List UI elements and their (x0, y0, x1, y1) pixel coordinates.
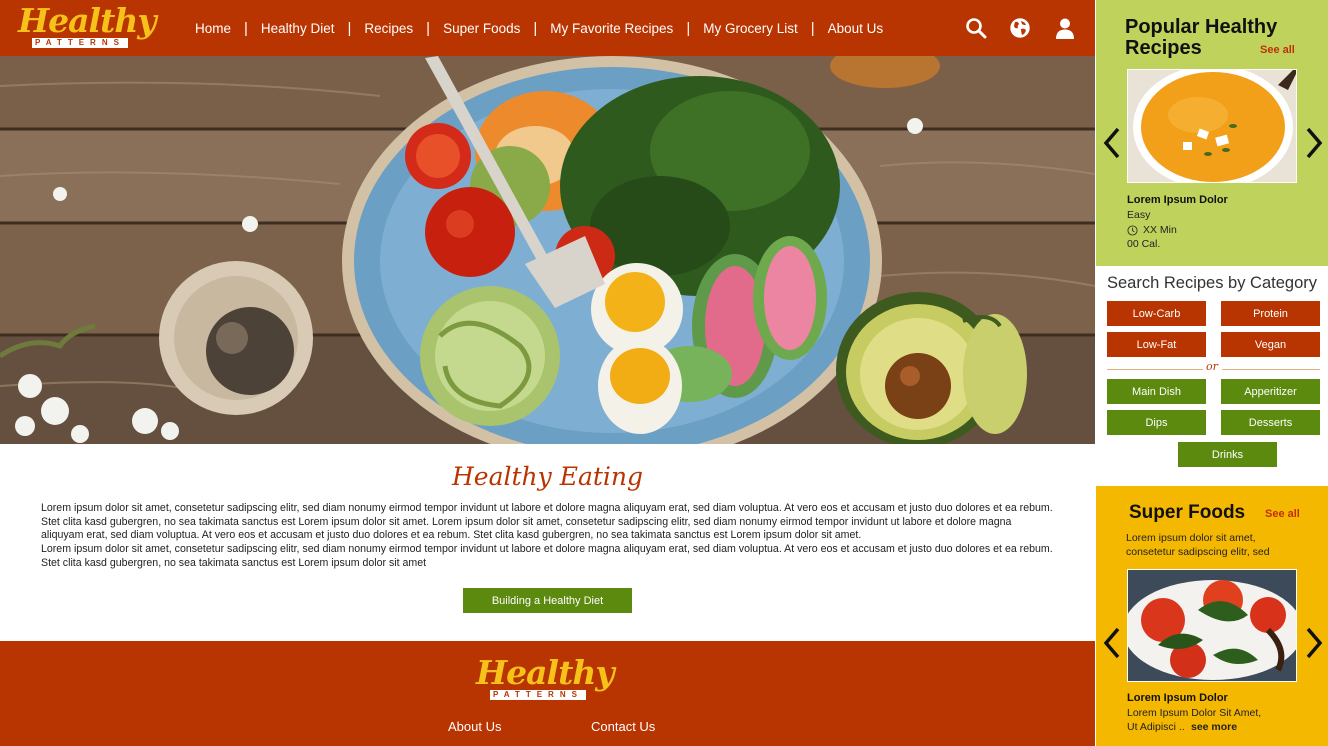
nav-super-foods[interactable]: Super Foods (443, 21, 520, 36)
building-healthy-diet-button[interactable]: Building a Healthy Diet (463, 588, 632, 613)
nav-separator: | (810, 19, 815, 37)
popular-title-line: Recipes (1125, 37, 1202, 59)
logo-tagline: PATTERNS (32, 38, 128, 48)
recipe-card-time: XX Min (1143, 224, 1177, 236)
footer-link-contact-us[interactable]: Contact Us (591, 719, 655, 734)
category-search-title: Search Recipes by Category (1106, 274, 1318, 292)
divider (1107, 369, 1203, 370)
nav-separator: | (426, 19, 431, 37)
user-icon[interactable] (1053, 16, 1077, 40)
category-desserts-button[interactable]: Desserts (1221, 410, 1320, 435)
super-food-card-text: Ut Adipisci .. (1127, 721, 1185, 733)
nav-my-favorite-recipes[interactable]: My Favorite Recipes (550, 21, 673, 36)
healthy-eating-title: Healthy Eating (451, 462, 643, 491)
popular-title-line: Popular Healthy (1125, 16, 1278, 38)
caprese-photo (1128, 570, 1296, 681)
category-dips-button[interactable]: Dips (1107, 410, 1206, 435)
nav-home[interactable]: Home (195, 21, 231, 36)
recipe-card-calories: 00 Cal. (1127, 238, 1161, 250)
logo-tagline: PATTERNS (490, 690, 586, 700)
nav-healthy-diet[interactable]: Healthy Diet (261, 21, 335, 36)
popular-recipes-panel: Popular Healthy Recipes See all Lorem Ip… (1096, 0, 1328, 266)
see-more-link[interactable]: see more (1191, 721, 1237, 733)
healthy-eating-paragraph: Lorem ipsum dolor sit amet, consetetur s… (41, 502, 1053, 542)
super-food-card-text: Lorem Ipsum Dolor Sit Amet, (1127, 707, 1262, 719)
footer-logo[interactable]: Healthy PATTERNS (472, 653, 622, 705)
footer-link-about-us[interactable]: About Us (448, 719, 501, 734)
recipe-thumbnail[interactable] (1127, 69, 1297, 183)
healthy-eating-paragraph: Lorem ipsum dolor sit amet, consetetur s… (41, 543, 1053, 569)
page: Healthy PATTERNS Home | Healthy Diet | R… (0, 0, 1328, 746)
globe-icon[interactable] (1008, 16, 1032, 40)
category-low-fat-button[interactable]: Low-Fat (1107, 332, 1206, 357)
nav-separator: | (533, 19, 538, 37)
super-foods-intro: Lorem ipsum dolor sit amet, (1126, 532, 1256, 544)
category-search-panel: Search Recipes by Category Low-Carb Prot… (1096, 266, 1328, 485)
site-logo[interactable]: Healthy PATTERNS (14, 1, 164, 53)
popular-recipes-title: Popular Healthy Recipes (1125, 17, 1277, 59)
healthy-eating-text: Lorem ipsum dolor sit amet, consetetur s… (41, 502, 1053, 571)
salad-bowl-photo (0, 56, 1095, 444)
super-foods-see-all-link[interactable]: See all (1265, 508, 1300, 520)
carousel-next-icon[interactable] (1303, 126, 1325, 160)
carousel-next-icon[interactable] (1303, 626, 1325, 660)
super-foods-intro: consetetur sadipscing elitr, sed (1126, 546, 1270, 558)
nav-my-grocery-list[interactable]: My Grocery List (703, 21, 798, 36)
recipe-card-difficulty: Easy (1127, 209, 1151, 221)
nav-separator: | (244, 19, 248, 37)
search-icon[interactable] (964, 16, 988, 40)
main-nav: Home | Healthy Diet | Recipes | Super Fo… (195, 0, 883, 56)
super-foods-panel: Super Foods See all Lorem ipsum dolor si… (1096, 486, 1328, 746)
soup-photo (1128, 70, 1296, 182)
popular-see-all-link[interactable]: See all (1260, 44, 1295, 56)
logo-wordmark: Healthy (18, 1, 157, 40)
category-protein-button[interactable]: Protein (1221, 301, 1320, 326)
carousel-prev-icon[interactable] (1101, 126, 1123, 160)
footer: Healthy PATTERNS About Us Contact Us (0, 641, 1095, 746)
super-food-card-title[interactable]: Lorem Ipsum Dolor (1127, 692, 1228, 704)
hero-image (0, 56, 1095, 444)
category-low-carb-button[interactable]: Low-Carb (1107, 301, 1206, 326)
carousel-prev-icon[interactable] (1101, 626, 1123, 660)
divider (1222, 369, 1320, 370)
category-main-dish-button[interactable]: Main Dish (1107, 379, 1206, 404)
or-divider-label: or (1206, 360, 1218, 373)
nav-recipes[interactable]: Recipes (364, 21, 413, 36)
clock-icon (1127, 225, 1138, 236)
super-food-thumbnail[interactable] (1127, 569, 1297, 682)
nav-separator: | (686, 19, 691, 37)
nav-separator: | (347, 19, 352, 37)
category-drinks-button[interactable]: Drinks (1178, 442, 1277, 467)
top-navbar: Healthy PATTERNS Home | Healthy Diet | R… (0, 0, 1095, 56)
category-vegan-button[interactable]: Vegan (1221, 332, 1320, 357)
logo-wordmark: Healthy (476, 653, 615, 692)
super-foods-title: Super Foods (1129, 502, 1246, 523)
recipe-card-title[interactable]: Lorem Ipsum Dolor (1127, 194, 1228, 206)
category-appetizer-button[interactable]: Apperitizer (1221, 379, 1320, 404)
nav-about-us[interactable]: About Us (828, 21, 884, 36)
